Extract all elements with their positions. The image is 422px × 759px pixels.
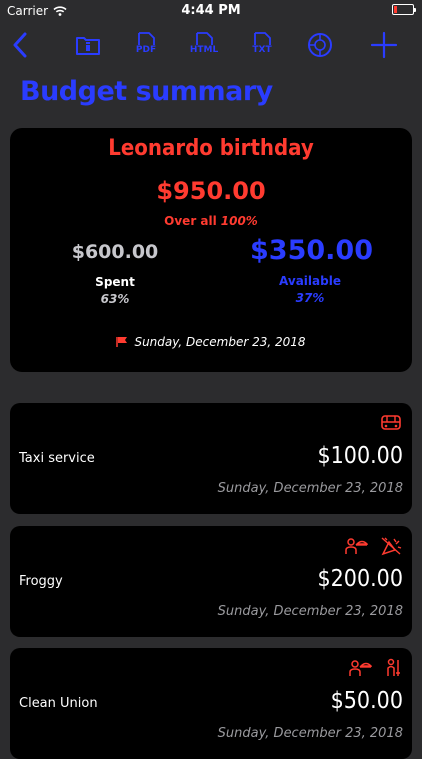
bus-icon xyxy=(381,415,401,430)
expense-icons xyxy=(380,413,402,433)
folder-info-icon xyxy=(76,37,100,55)
expense-item[interactable]: Clean Union $50.00 Sunday, December 23, … xyxy=(10,648,412,759)
spent-label: Spent xyxy=(95,275,135,289)
overall-percent: 100% xyxy=(220,214,258,228)
total-amount: $950.00 xyxy=(156,177,266,205)
event-date: Sunday, December 23, 2018 xyxy=(134,335,306,349)
event-date-row: Sunday, December 23, 2018 xyxy=(10,335,412,349)
expense-name: Taxi service xyxy=(19,451,95,466)
add-button[interactable] xyxy=(366,28,402,62)
expense-date: Sunday, December 23, 2018 xyxy=(217,604,403,619)
waiter-icon xyxy=(345,538,368,554)
event-name: Leonardo birthday xyxy=(108,136,314,161)
expense-date: Sunday, December 23, 2018 xyxy=(217,726,403,741)
status-time: 4:44 PM xyxy=(181,3,241,18)
battery-icon xyxy=(392,4,416,15)
html-label: HTML xyxy=(189,45,219,55)
export-pdf-button[interactable]: PDF xyxy=(128,28,164,62)
expense-name: Clean Union xyxy=(19,696,98,711)
txt-label: TXT xyxy=(252,45,272,55)
expense-name: Froggy xyxy=(19,574,63,589)
chart-button[interactable] xyxy=(302,28,338,62)
flag-icon xyxy=(116,337,128,347)
expense-amount: $200.00 xyxy=(317,566,403,592)
cleaning-icon xyxy=(387,658,400,676)
party-icon xyxy=(381,537,402,556)
expense-icons xyxy=(344,536,402,556)
expense-item[interactable]: Taxi service $100.00 Sunday, December 23… xyxy=(10,403,412,514)
status-right xyxy=(392,4,416,15)
expense-date: Sunday, December 23, 2018 xyxy=(217,481,403,496)
available-amount: $350.00 xyxy=(250,235,373,266)
page-title: Budget summary xyxy=(20,76,273,107)
overall-row: Over all 100% xyxy=(10,214,412,228)
back-button[interactable] xyxy=(2,28,38,62)
expense-item[interactable]: Froggy $200.00 Sunday, December 23, 2018 xyxy=(10,526,412,637)
plus-icon xyxy=(370,31,398,59)
pdf-label: PDF xyxy=(135,45,157,55)
spent-amount: $600.00 xyxy=(71,241,159,263)
toolbar: PDF HTML TXT xyxy=(0,24,422,64)
export-html-button[interactable]: HTML xyxy=(186,28,222,62)
export-txt-button[interactable]: TXT xyxy=(244,28,280,62)
available-percent: 37% xyxy=(295,291,325,305)
available-label: Available xyxy=(279,274,341,288)
waiter-icon xyxy=(349,660,372,676)
overall-label: Over all xyxy=(164,214,217,228)
info-folder-button[interactable] xyxy=(70,28,106,62)
pie-chart-icon xyxy=(308,33,332,57)
budget-summary-card: Leonardo birthday $950.00 Over all 100% $… xyxy=(10,128,412,372)
spent-percent: 63% xyxy=(100,292,130,306)
expense-amount: $50.00 xyxy=(330,688,403,714)
status-bar: Carrier 4:44 PM xyxy=(0,0,422,22)
expense-icons xyxy=(348,658,402,678)
chevron-left-icon xyxy=(13,32,27,58)
expense-amount: $100.00 xyxy=(317,443,403,469)
